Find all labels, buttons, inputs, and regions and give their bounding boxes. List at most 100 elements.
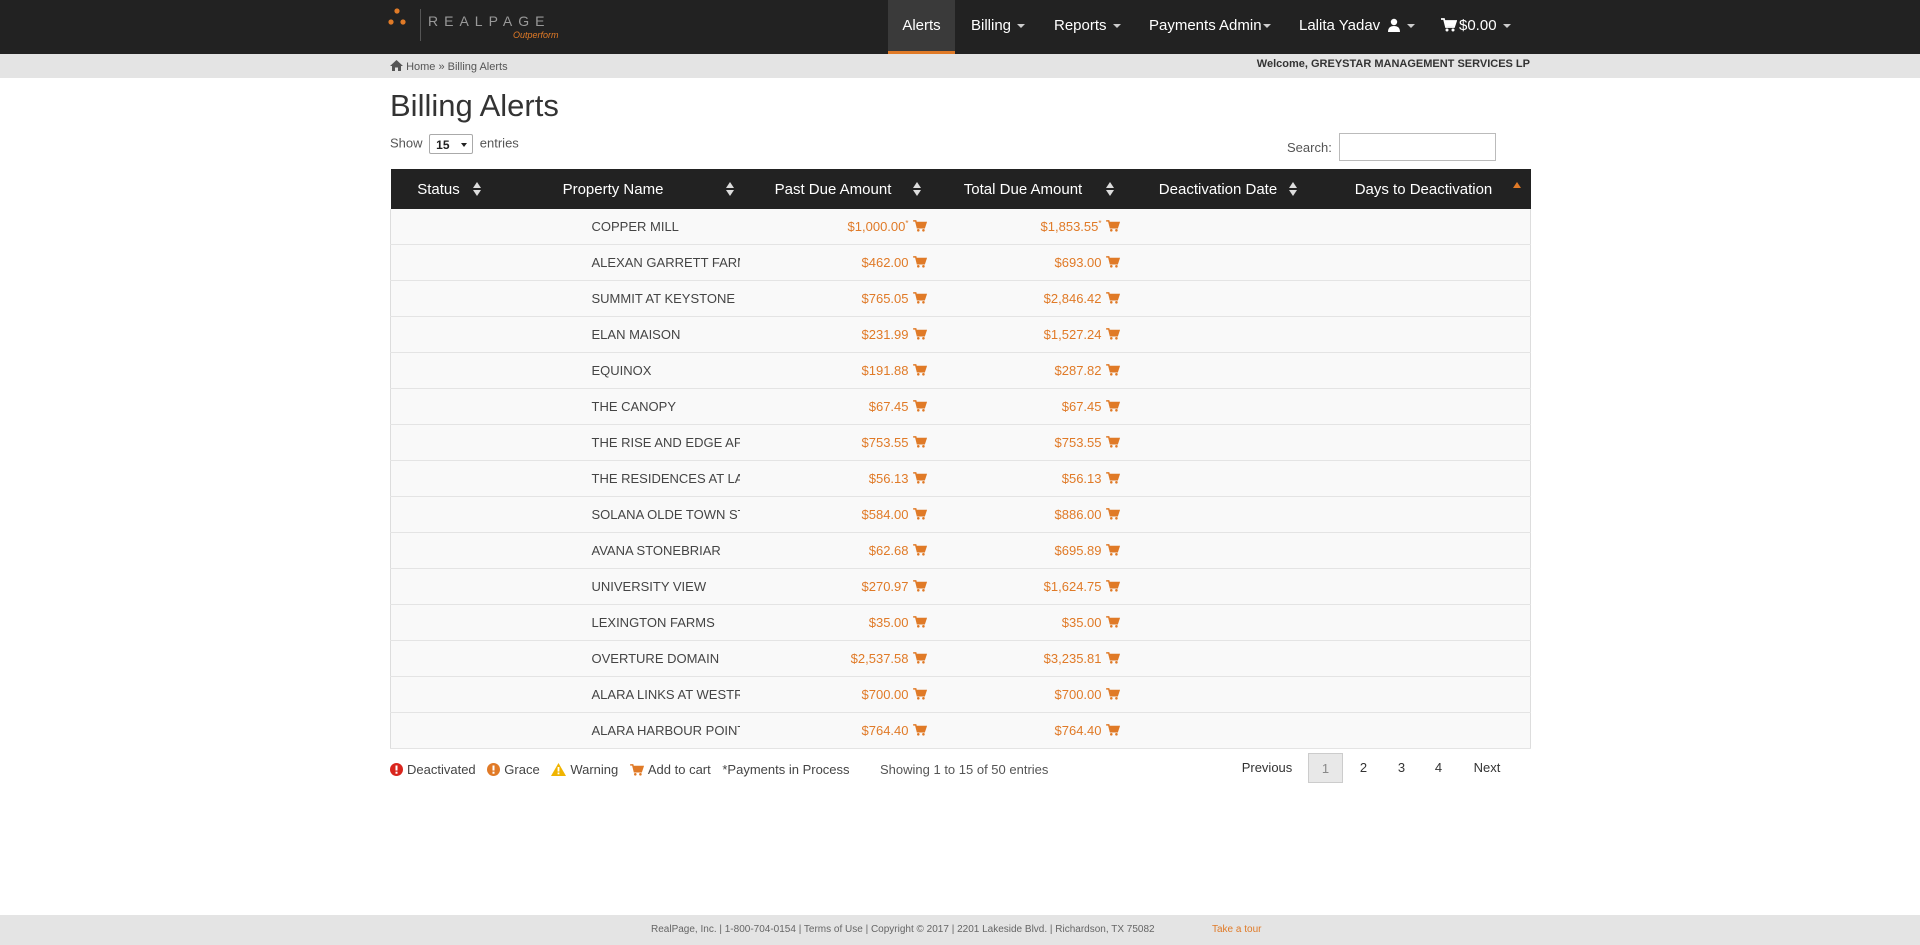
add-to-cart-total-due-button[interactable] — [1102, 291, 1120, 306]
cart-icon — [1105, 472, 1120, 484]
entries-select-value: 15 — [436, 138, 450, 152]
add-to-cart-total-due-button[interactable] — [1102, 255, 1120, 270]
cart-icon — [1105, 436, 1120, 448]
property-name[interactable]: ELAN MAISON — [592, 327, 681, 342]
add-to-cart-total-due-button[interactable] — [1102, 543, 1120, 558]
add-to-cart-past-due-button[interactable] — [909, 615, 927, 630]
nav-payments-admin[interactable]: Payments Admin — [1149, 0, 1271, 54]
cart-icon — [630, 764, 644, 776]
take-a-tour-link[interactable]: Take a tour — [1212, 924, 1261, 935]
column-header-deactivation-date[interactable]: Deactivation Date — [1119, 169, 1317, 209]
add-to-cart-past-due-button[interactable] — [909, 723, 927, 738]
pagination-previous[interactable]: Previous — [1236, 753, 1298, 783]
entries-select[interactable]: 15 — [429, 134, 474, 154]
add-to-cart-total-due-button[interactable] — [1102, 687, 1120, 702]
past-due-amount: $584.00 — [861, 507, 909, 522]
property-name[interactable]: THE CANOPY — [592, 399, 677, 414]
add-to-cart-total-due-button[interactable] — [1102, 219, 1120, 234]
add-to-cart-past-due-button[interactable] — [909, 291, 927, 306]
column-header-days-to-deactivation[interactable]: Days to Deactivation — [1316, 169, 1531, 209]
add-to-cart-total-due-button[interactable] — [1102, 723, 1120, 738]
cart-icon — [1105, 508, 1120, 520]
status-cell — [390, 676, 487, 713]
property-name[interactable]: THE RESIDENCES AT LA... — [592, 471, 740, 486]
nav-billing[interactable]: Billing — [971, 0, 1026, 54]
cart-icon — [1105, 544, 1120, 556]
property-name[interactable]: ALARA HARBOUR POINTE — [592, 723, 740, 738]
column-header-past-due-amount[interactable]: Past Due Amount — [739, 169, 927, 209]
pagination-next[interactable]: Next — [1462, 753, 1512, 783]
column-header-property-name[interactable]: Property Name — [486, 169, 740, 209]
total-due-cell: $693.00 — [926, 244, 1120, 281]
property-name[interactable]: SOLANA OLDE TOWN STATION — [592, 507, 740, 522]
add-to-cart-total-due-button[interactable] — [1102, 363, 1120, 378]
add-to-cart-past-due-button[interactable] — [909, 687, 927, 702]
pagination-page-4[interactable]: 4 — [1421, 753, 1456, 783]
property-name-cell: THE CANOPY — [486, 388, 740, 425]
total-due-amount: $695.89 — [1054, 543, 1102, 558]
chevron-down-icon — [1407, 24, 1416, 29]
chevron-down-icon — [1262, 24, 1271, 29]
add-to-cart-total-due-button[interactable] — [1102, 399, 1120, 414]
add-to-cart-total-due-button[interactable] — [1102, 651, 1120, 666]
property-name[interactable]: COPPER MILL — [592, 219, 679, 234]
deactivation-date-cell — [1119, 424, 1317, 461]
add-to-cart-past-due-button[interactable] — [909, 543, 927, 558]
nav-reports[interactable]: Reports — [1054, 0, 1121, 54]
property-name[interactable]: LEXINGTON FARMS — [592, 615, 715, 630]
add-to-cart-total-due-button[interactable] — [1102, 579, 1120, 594]
property-name[interactable]: OVERTURE DOMAIN — [592, 651, 720, 666]
deactivation-date-cell — [1119, 712, 1317, 749]
total-due-amount: $56.13 — [1061, 471, 1102, 486]
nav-alerts[interactable]: Alerts — [888, 0, 955, 54]
property-name[interactable]: EQUINOX — [592, 363, 652, 378]
pagination-page-3[interactable]: 3 — [1384, 753, 1419, 783]
total-due-cell: $886.00 — [926, 496, 1120, 533]
property-name[interactable]: THE RISE AND EDGE AP... — [592, 435, 740, 450]
grace-icon — [487, 763, 501, 776]
days-to-deactivation-cell — [1316, 352, 1531, 389]
cart-icon — [912, 220, 927, 232]
column-header-total-due-amount[interactable]: Total Due Amount — [926, 169, 1120, 209]
search-input[interactable] — [1339, 133, 1496, 161]
nav-cart[interactable]: $0.00 — [1441, 0, 1511, 54]
property-name[interactable]: ALEXAN GARRETT FARMS... — [592, 255, 740, 270]
add-to-cart-total-due-button[interactable] — [1102, 471, 1120, 486]
breadcrumb-current: Billing Alerts — [447, 61, 508, 73]
property-name[interactable]: SUMMIT AT KEYSTONE — [592, 291, 736, 306]
brand-tagline: Outperform — [513, 30, 559, 40]
add-to-cart-total-due-button[interactable] — [1102, 327, 1120, 342]
add-to-cart-past-due-button[interactable] — [909, 435, 927, 450]
add-to-cart-total-due-button[interactable] — [1102, 507, 1120, 522]
column-header-status[interactable]: Status — [390, 169, 487, 209]
property-name[interactable]: UNIVERSITY VIEW — [592, 579, 707, 594]
column-header-label: Status — [417, 180, 460, 198]
add-to-cart-past-due-button[interactable] — [909, 507, 927, 522]
add-to-cart-past-due-button[interactable] — [909, 363, 927, 378]
property-name[interactable]: AVANA STONEBRIAR — [592, 543, 721, 558]
table-row: LEXINGTON FARMS $35.00 $35.00 — [390, 604, 1531, 641]
add-to-cart-total-due-button[interactable] — [1102, 435, 1120, 450]
add-to-cart-past-due-button[interactable] — [909, 255, 927, 270]
property-name[interactable]: ALARA LINKS AT WESTR... — [592, 687, 740, 702]
add-to-cart-total-due-button[interactable] — [1102, 615, 1120, 630]
cart-icon — [1105, 220, 1120, 232]
pagination-page-2[interactable]: 2 — [1346, 753, 1381, 783]
add-to-cart-past-due-button[interactable] — [909, 219, 927, 234]
status-cell — [390, 388, 487, 425]
breadcrumb-home[interactable]: Home — [406, 61, 435, 73]
nav-user-menu[interactable]: Lalita Yadav — [1299, 0, 1416, 54]
add-to-cart-past-due-button[interactable] — [909, 579, 927, 594]
table-row: OVERTURE DOMAIN $2,537.58 $3,235.81 — [390, 640, 1531, 677]
table-info: Showing 1 to 15 of 50 entries — [880, 762, 1049, 777]
cart-icon — [912, 292, 927, 304]
pagination-page-1[interactable]: 1 — [1308, 753, 1343, 783]
add-to-cart-past-due-button[interactable] — [909, 471, 927, 486]
status-cell — [390, 280, 487, 317]
breadcrumb-separator: » — [438, 61, 445, 73]
add-to-cart-past-due-button[interactable] — [909, 651, 927, 666]
add-to-cart-past-due-button[interactable] — [909, 399, 927, 414]
property-name-cell: ELAN MAISON — [486, 316, 740, 353]
chevron-down-icon — [1017, 24, 1026, 29]
add-to-cart-past-due-button[interactable] — [909, 327, 927, 342]
